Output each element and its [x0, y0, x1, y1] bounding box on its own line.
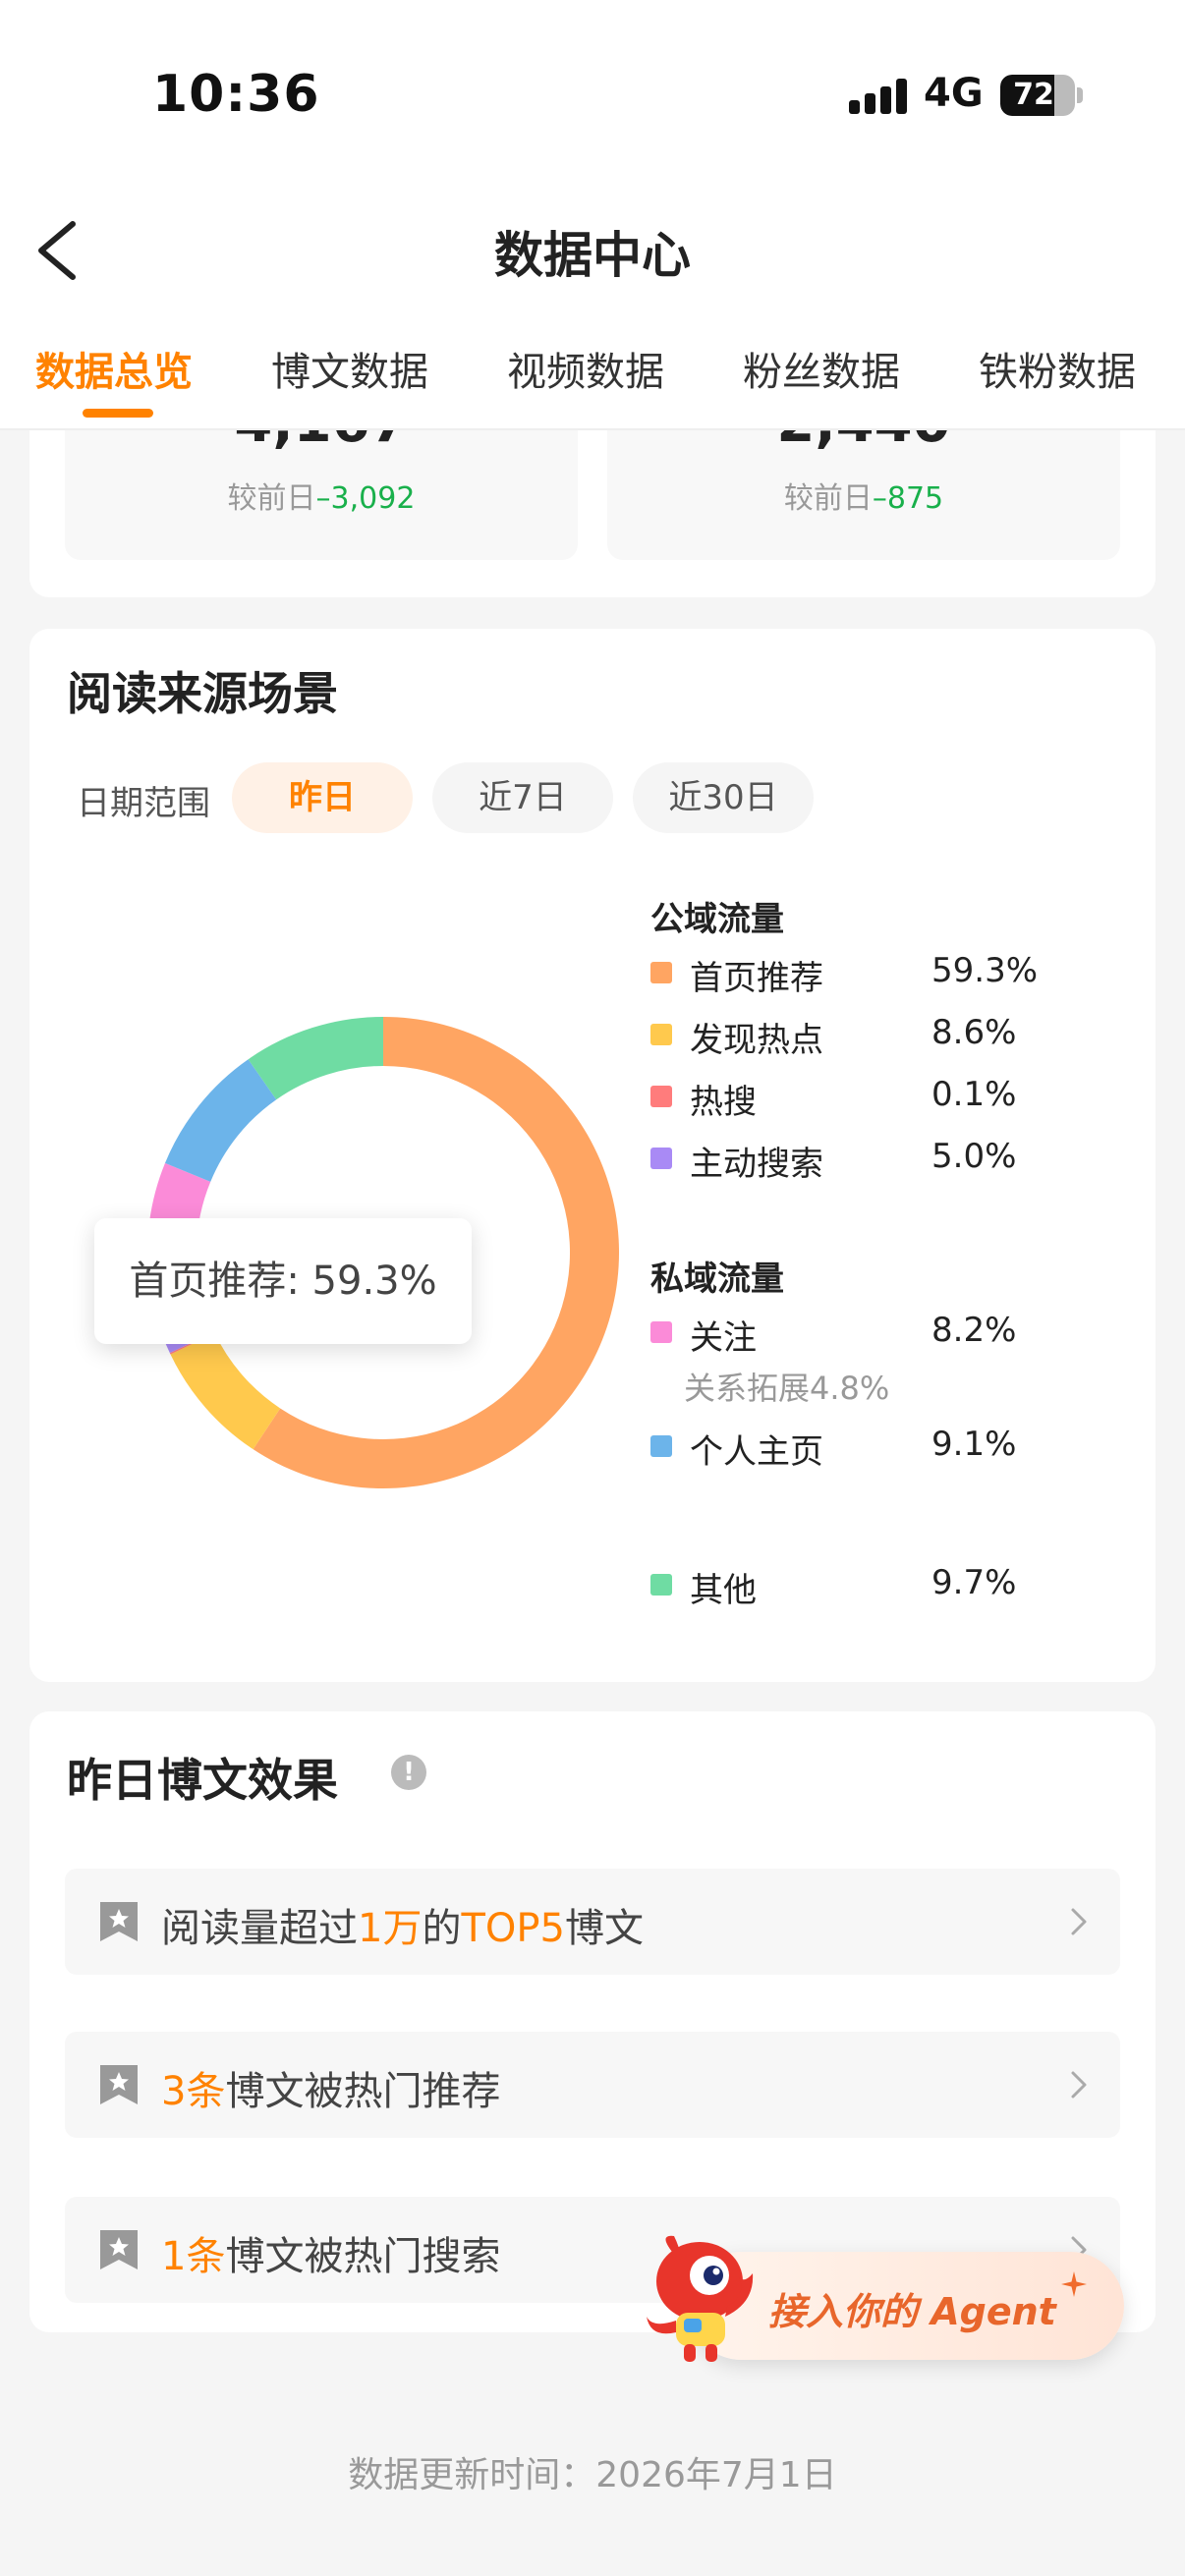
legend-value: 8.6%	[931, 1013, 1017, 1052]
tab-video-data[interactable]: 视频数据	[507, 340, 664, 397]
effect-text-part: 博文	[564, 1906, 644, 1951]
legend-group-private: 私域流量	[650, 1260, 784, 1299]
legend-name: 发现热点	[690, 1021, 823, 1060]
effect-highlight: TOP5	[461, 1906, 565, 1951]
tab-active-indicator	[83, 409, 153, 418]
legend-item[interactable]: 关注 8.2%	[650, 1307, 1063, 1358]
stat-box[interactable]: 2,440 较前日–875	[607, 430, 1120, 560]
legend-value: 0.1%	[931, 1075, 1017, 1114]
chart-tooltip: 首页推荐: 59.3%	[94, 1218, 472, 1344]
legend-swatch	[650, 1148, 672, 1169]
tab-iron-fans-data[interactable]: 铁粉数据	[979, 340, 1136, 397]
legend-item[interactable]: 热搜 0.1%	[650, 1071, 1063, 1122]
legend-name: 个人主页	[690, 1432, 823, 1472]
update-time: 数据更新时间：2026年7月1日	[348, 2455, 837, 2495]
relation-note: 关系拓展4.8%	[684, 1370, 890, 1407]
legend-swatch	[650, 1574, 672, 1596]
battery-tip	[1077, 87, 1083, 103]
compare-value: –875	[872, 481, 944, 516]
compare-prefix: 较前日	[783, 481, 873, 516]
tab-overview[interactable]: 数据总览	[35, 340, 193, 397]
donut-slice-6[interactable]	[164, 1059, 277, 1182]
legend-swatch	[650, 1321, 672, 1343]
donut-slice-2[interactable]	[170, 1332, 281, 1450]
legend-name: 热搜	[690, 1083, 757, 1122]
overview-card: 4,167 较前日–3,092 2,440 较前日–875	[29, 430, 1156, 597]
status-bar: 10:36 4G 72	[0, 0, 1185, 187]
sparkle-icon	[1061, 2271, 1087, 2297]
legend-name: 首页推荐	[690, 959, 823, 998]
legend-value: 9.7%	[931, 1563, 1017, 1602]
chevron-right-icon	[1071, 1908, 1087, 1935]
effect-highlight: 1条	[161, 2234, 226, 2279]
agent-label: 接入你的 Agent	[768, 2290, 1056, 2333]
range-chip-30d[interactable]: 近30日	[633, 762, 814, 833]
legend-value: 59.3%	[931, 951, 1039, 990]
network-label: 4G	[924, 71, 984, 116]
legend-value: 9.1%	[931, 1425, 1017, 1464]
legend-name: 其他	[690, 1571, 757, 1610]
legend-group-public: 公域流量	[650, 900, 784, 939]
legend-item[interactable]: 个人主页 9.1%	[650, 1421, 1063, 1472]
nav-bar: 数据中心	[0, 187, 1185, 314]
mascot-icon[interactable]	[629, 2222, 776, 2370]
read-source-title: 阅读来源场景	[67, 667, 338, 720]
effect-highlight: 3条	[161, 2069, 226, 2114]
effect-text-part: 博文被热门推荐	[225, 2069, 501, 2114]
effect-text-part: 博文被热门搜索	[225, 2234, 501, 2279]
status-time: 10:36	[152, 65, 320, 124]
legend-item[interactable]: 主动搜索 5.0%	[650, 1133, 1063, 1184]
stat-box[interactable]: 4,167 较前日–3,092	[65, 430, 578, 560]
tab-fans-data[interactable]: 粉丝数据	[743, 340, 900, 397]
effect-item-text: 阅读量超过1万的TOP5博文	[161, 1896, 644, 1953]
effect-item-text: 1条博文被热门搜索	[161, 2224, 500, 2281]
legend-name: 关注	[690, 1318, 757, 1358]
legend-item[interactable]: 其他 9.7%	[650, 1559, 1063, 1610]
legend-name: 主动搜索	[690, 1145, 823, 1184]
stat-compare: 较前日–875	[607, 474, 1120, 517]
effect-item-hot-recommend[interactable]: 3条博文被热门推荐	[65, 2032, 1120, 2138]
range-chip-7d[interactable]: 近7日	[432, 762, 613, 833]
tab-post-data[interactable]: 博文数据	[271, 340, 428, 397]
battery-level: 72	[1013, 78, 1054, 112]
legend-item[interactable]: 首页推荐 59.3%	[650, 947, 1063, 998]
legend-value: 5.0%	[931, 1137, 1017, 1176]
post-effects-card: 昨日博文效果 ! 阅读量超过1万的TOP5博文 3条博文被热门推荐 1条博文被热…	[29, 1711, 1156, 2332]
legend-swatch	[650, 1086, 672, 1107]
bookmark-star-icon	[100, 2230, 138, 2269]
compare-prefix: 较前日	[227, 481, 316, 516]
post-effects-title: 昨日博文效果	[67, 1754, 338, 1807]
stat-value: 2,440	[607, 430, 1120, 455]
signal-icon	[849, 79, 908, 114]
effect-item-top5[interactable]: 阅读量超过1万的TOP5博文	[65, 1869, 1120, 1975]
effect-text-part: 的	[422, 1906, 462, 1951]
stat-compare: 较前日–3,092	[65, 474, 578, 517]
bookmark-star-icon	[100, 2065, 138, 2104]
info-icon[interactable]: !	[391, 1755, 426, 1790]
page-title: 数据中心	[494, 227, 691, 284]
range-chip-yesterday[interactable]: 昨日	[232, 762, 413, 833]
tab-bar: 数据总览 博文数据 视频数据 粉丝数据 铁粉数据	[0, 314, 1185, 430]
date-range-label: 日期范围	[77, 784, 210, 823]
effect-highlight: 1万	[358, 1906, 423, 1951]
legend-item[interactable]: 发现热点 8.6%	[650, 1009, 1063, 1060]
compare-value: –3,092	[315, 481, 416, 516]
effect-text-part: 阅读量超过	[161, 1906, 358, 1951]
donut-slice-7[interactable]	[248, 1017, 383, 1100]
legend-swatch	[650, 1435, 672, 1457]
legend-swatch	[650, 962, 672, 983]
legend-swatch	[650, 1024, 672, 1045]
read-source-card: 阅读来源场景 日期范围 昨日 近7日 近30日 首页推荐: 59.3% 公域流量…	[29, 629, 1156, 1682]
stat-value: 4,167	[65, 430, 578, 455]
chevron-right-icon	[1071, 2071, 1087, 2099]
legend-value: 8.2%	[931, 1311, 1017, 1350]
effect-item-text: 3条博文被热门推荐	[161, 2059, 500, 2116]
bookmark-star-icon	[100, 1902, 138, 1941]
battery-icon: 72	[1000, 75, 1075, 116]
